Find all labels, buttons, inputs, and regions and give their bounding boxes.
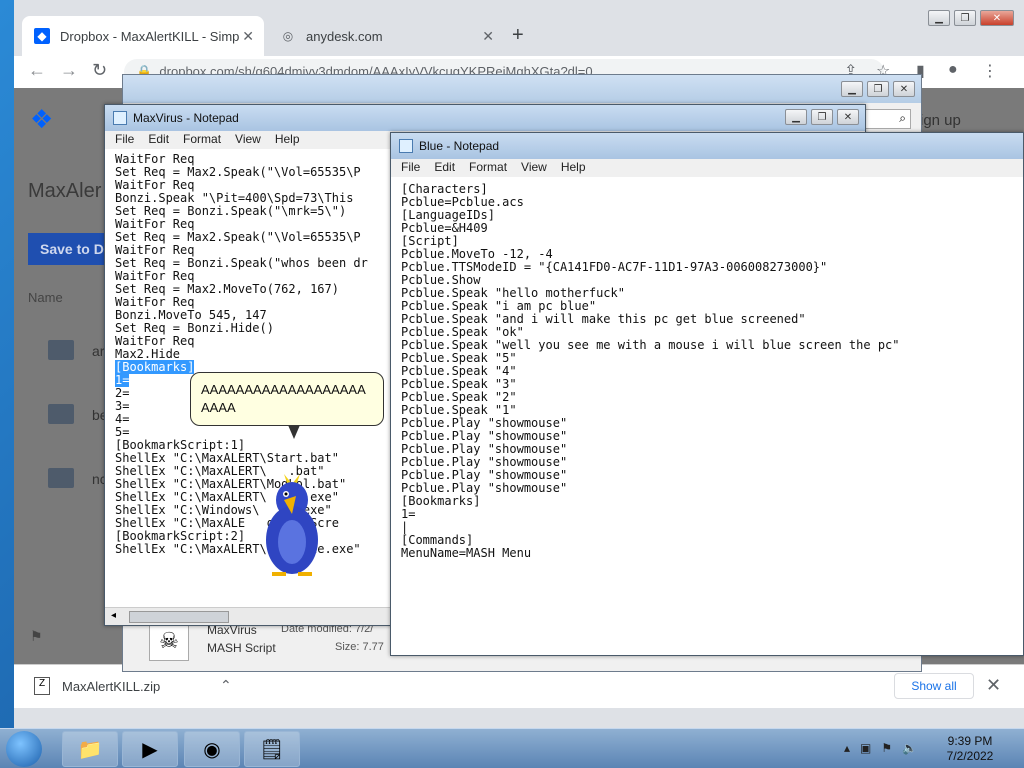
- menu-file[interactable]: File: [115, 132, 134, 148]
- text-line: 1=: [401, 507, 416, 521]
- page-title: MaxAler: [28, 180, 102, 202]
- menu-view[interactable]: View: [521, 160, 547, 176]
- notepad-titlebar: MaxVirus - Notepad: [105, 105, 865, 131]
- download-filename[interactable]: MaxAlertKILL.zip: [62, 679, 160, 694]
- tab-label: anydesk.com: [306, 28, 383, 44]
- menu-help[interactable]: Help: [275, 132, 300, 148]
- tab-strip: ◆ Dropbox - MaxAlertKILL - Simplif ✕ ◎ a…: [14, 0, 1024, 56]
- back-icon[interactable]: ←: [28, 60, 46, 81]
- forward-icon[interactable]: →: [60, 60, 78, 81]
- text-line: MenuName=MASH Menu: [401, 546, 532, 560]
- sign-up-link[interactable]: ign up: [920, 112, 961, 129]
- text-line: Pcblue.TTSModeID = "{CA141FD0-AC7F-11D1-…: [401, 260, 828, 274]
- globe-icon: ◎: [282, 29, 294, 43]
- notepad-menubar: File Edit Format View Help: [391, 159, 1023, 177]
- notepad-taskbar-icon[interactable]: 🗒: [244, 731, 300, 767]
- tab-anydesk[interactable]: ◎ anydesk.com ✕: [268, 16, 504, 56]
- zip-file-icon: Z: [34, 677, 50, 695]
- clock-time: 9:39 PM: [947, 734, 993, 748]
- text-line: [LanguageIDs]: [401, 208, 495, 222]
- explorer-window-controls: ▁ ❐ ✕: [841, 81, 915, 97]
- text-line: |: [401, 520, 409, 534]
- notepad-titlebar: Blue - Notepad: [391, 133, 1023, 159]
- show-all-button[interactable]: Show all: [894, 673, 974, 699]
- clock-date: 7/2/2022: [946, 749, 994, 763]
- maximize-button[interactable]: ❐: [954, 10, 976, 26]
- close-tab-icon[interactable]: ✕: [242, 28, 254, 45]
- window-controls: ▁ ❐ ✕: [928, 10, 1014, 26]
- new-tab-button[interactable]: +: [512, 24, 524, 47]
- menu-format[interactable]: Format: [183, 132, 221, 148]
- close-download-bar-icon[interactable]: ✕: [986, 675, 1001, 696]
- maximize-button[interactable]: ❐: [811, 109, 833, 125]
- notepad-text-area[interactable]: [Characters] Pcblue=Pcblue.acs [LanguageID…: [391, 183, 1023, 655]
- folder-icon[interactable]: [48, 468, 74, 488]
- dropbox-logo-icon[interactable]: ❖: [30, 104, 60, 134]
- file-type: MASH Script: [207, 641, 276, 655]
- dropbox-favicon-icon: ◆: [34, 28, 50, 44]
- notepad-icon: [399, 139, 413, 153]
- close-window-button[interactable]: ✕: [837, 109, 859, 125]
- search-icon: ⌕: [899, 111, 906, 125]
- file-size: Size: 7.77: [335, 641, 384, 653]
- show-hidden-icons-icon[interactable]: ▴: [844, 741, 850, 755]
- close-tab-icon[interactable]: ✕: [482, 28, 494, 45]
- menu-file[interactable]: File: [401, 160, 420, 176]
- taskbar: 📁 ▶ ◉ 🗒 ▴ ▣ ⚑ 🔈 9:39 PM 7/2/2022: [0, 728, 1024, 768]
- menu-edit[interactable]: Edit: [148, 132, 169, 148]
- system-tray: ▴ ▣ ⚑ 🔈: [844, 741, 917, 755]
- flag-icon[interactable]: ⚑: [30, 628, 43, 645]
- volume-icon[interactable]: 🔈: [902, 741, 917, 755]
- folder-icon[interactable]: [48, 340, 74, 360]
- folder-icon[interactable]: [48, 404, 74, 424]
- media-player-taskbar-icon[interactable]: ▶: [122, 731, 178, 767]
- text-line: Pcblue=&H409: [401, 221, 488, 235]
- close-window-button[interactable]: ✕: [893, 81, 915, 97]
- chevron-up-icon[interactable]: ⌃: [220, 677, 232, 694]
- search-input[interactable]: ⌕: [863, 109, 911, 129]
- clock[interactable]: 9:39 PM 7/2/2022: [930, 734, 1010, 764]
- text-line: [Bookmarks]: [401, 494, 481, 508]
- network-icon[interactable]: ▣: [860, 741, 871, 755]
- explorer-taskbar-icon[interactable]: 📁: [62, 731, 118, 767]
- column-header-name[interactable]: Name: [28, 290, 63, 305]
- folder-label[interactable]: ar: [92, 343, 104, 359]
- speech-balloon: AAAAAAAAAAAAAAAAAAAAAAA: [190, 372, 384, 426]
- menu-view[interactable]: View: [235, 132, 261, 148]
- notepad-window-controls: ▁ ❐ ✕: [785, 109, 859, 125]
- minimize-button[interactable]: ▁: [841, 81, 863, 97]
- mash-script-file-icon[interactable]: ☠: [149, 621, 189, 661]
- menu-format[interactable]: Format: [469, 160, 507, 176]
- menu-help[interactable]: Help: [561, 160, 586, 176]
- action-center-icon[interactable]: ⚑: [881, 741, 892, 755]
- scrollbar-thumb[interactable]: [129, 611, 229, 623]
- reload-icon[interactable]: ↻: [92, 60, 107, 81]
- maximize-button[interactable]: ❐: [867, 81, 889, 97]
- scroll-left-icon[interactable]: ◂: [111, 610, 116, 621]
- menu-icon[interactable]: ⋮: [982, 61, 998, 81]
- tab-label: Dropbox - MaxAlertKILL - Simplif: [60, 28, 240, 44]
- window-title: Blue - Notepad: [419, 139, 500, 153]
- window-title: MaxVirus - Notepad: [133, 111, 239, 125]
- tab-dropbox[interactable]: ◆ Dropbox - MaxAlertKILL - Simplif ✕: [22, 16, 264, 56]
- speech-balloon-tail: [288, 425, 300, 439]
- notepad-icon: [113, 111, 127, 125]
- bonzi-parrot-character[interactable]: [262, 470, 322, 580]
- text-line: Pcblue.Play "showmouse": [401, 481, 568, 495]
- close-window-button[interactable]: ✕: [980, 10, 1014, 26]
- blue-notepad-window: Blue - Notepad File Edit Format View Hel…: [390, 132, 1024, 656]
- chrome-taskbar-icon[interactable]: ◉: [184, 731, 240, 767]
- minimize-button[interactable]: ▁: [785, 109, 807, 125]
- minimize-button[interactable]: ▁: [928, 10, 950, 26]
- profile-icon[interactable]: ●: [948, 61, 958, 79]
- menu-edit[interactable]: Edit: [434, 160, 455, 176]
- start-button[interactable]: [6, 731, 42, 767]
- explorer-titlebar: [123, 75, 921, 103]
